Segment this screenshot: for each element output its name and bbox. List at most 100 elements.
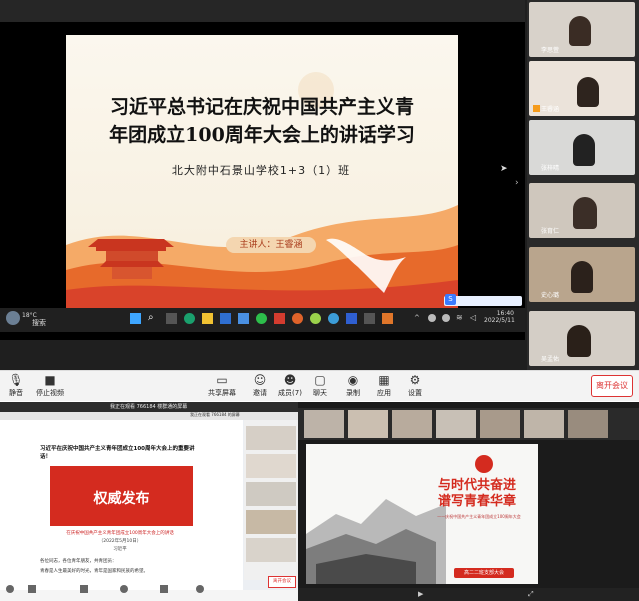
- share-label: 共享屏幕: [208, 389, 236, 397]
- video-camera-icon[interactable]: [28, 585, 36, 593]
- app-icon[interactable]: [364, 313, 375, 324]
- participant-tile[interactable]: [568, 410, 608, 438]
- share-screen-icon[interactable]: [80, 585, 88, 593]
- participant-tile[interactable]: [392, 410, 432, 438]
- participant-tile[interactable]: 史心璐: [529, 247, 635, 302]
- settings-button[interactable]: ⚙ 设置: [395, 373, 435, 398]
- participant-tile[interactable]: [246, 510, 296, 534]
- slide-title-line1: 习近平总书记在庆祝中国共产主义青: [109, 96, 414, 118]
- participant-name: 张梓晴: [541, 165, 560, 172]
- left-tabbar: 我正在观看 766184 的屏幕: [0, 412, 298, 420]
- apps-label: 应用: [377, 389, 391, 397]
- share-screen-button[interactable]: ▭ 共享屏幕: [202, 373, 242, 398]
- participants-label: 成员(7): [278, 389, 302, 397]
- slide-tagline: ——庆祝中国共产主义青年团成立100周年大会: [437, 514, 521, 519]
- article-banner: 权威发布: [50, 466, 193, 526]
- windows-taskbar: 18°C 搜索 ⌕ ^ ≋ ◁ 16:40 2022/5/11: [0, 308, 525, 332]
- slide-subtitle: 北大附中石景山学校1+3（1）班: [171, 164, 351, 177]
- fullscreen-icon[interactable]: ⤢: [528, 590, 534, 599]
- taskbar-search[interactable]: 搜索: [32, 318, 46, 328]
- participant-tile[interactable]: 王睿涵: [529, 61, 635, 116]
- tray-icon[interactable]: [442, 314, 450, 322]
- meeting-toolbar: 🎙 静音 ■ 停止视频 ▭ 共享屏幕 ☺ 邀请 ☻ 成员(7) ▢ 聊天 ◉ 录制 ▦ 应用 ⚙…: [0, 370, 639, 401]
- right-meeting-toolbar: ▶ ⤢: [298, 588, 639, 601]
- host-badge-icon: [533, 105, 540, 112]
- slide-headline: 与时代共奋进 谱写青春华章: [418, 478, 536, 510]
- tray-icon[interactable]: [428, 314, 436, 322]
- screen-tab[interactable]: 我正在观看 766184 楼群通的屏幕: [110, 403, 187, 410]
- participant-tile[interactable]: [348, 410, 388, 438]
- article-paragraph: 青春是人生最美好的时光，青年是国家和民族的希望。: [40, 569, 148, 574]
- participant-tile[interactable]: [246, 426, 296, 450]
- chat-label: 聊天: [313, 389, 327, 397]
- gear-icon[interactable]: [196, 585, 204, 593]
- chevron-right-icon[interactable]: ›: [515, 178, 519, 188]
- microphone-icon[interactable]: [6, 585, 14, 593]
- search-icon[interactable]: ⌕: [148, 312, 154, 323]
- stop-video-label: 停止视频: [36, 389, 64, 397]
- app-icon[interactable]: [310, 313, 321, 324]
- volume-icon[interactable]: ◁: [470, 313, 476, 322]
- article-paragraph: 各位同志，各位青年朋友，共青团员：: [40, 559, 117, 564]
- wps-icon[interactable]: [274, 313, 285, 324]
- party-slide: 与时代共奋进 谱写青春华章 ——庆祝中国共产主义青年团成立100周年大会 高二二…: [306, 444, 538, 584]
- participant-tile[interactable]: [480, 410, 520, 438]
- banner-text: 权威发布: [93, 491, 150, 507]
- record-label: 录制: [346, 389, 360, 397]
- invite-label: 邀请: [253, 389, 267, 397]
- meeting-window-top: 习近平总书记在庆祝中国共产主义青 年团成立100周年大会上的讲话学习 北大附中石…: [0, 0, 639, 370]
- screenshot-right: 与时代共奋进 谱写青春华章 ——庆祝中国共产主义青年团成立100周年大会 高二二…: [298, 402, 639, 601]
- slide-title: 习近平总书记在庆祝中国共产主义青 年团成立100周年大会上的讲话学习: [82, 93, 442, 149]
- avatar: [577, 77, 599, 107]
- zoom-icon[interactable]: [346, 313, 357, 324]
- folder-icon[interactable]: [202, 313, 213, 324]
- participant-tile[interactable]: [524, 410, 564, 438]
- avatar: [567, 325, 591, 357]
- apps-icon[interactable]: [160, 585, 168, 593]
- participant-tile[interactable]: 张育仁: [529, 183, 635, 238]
- participant-tile[interactable]: [304, 410, 344, 438]
- play-icon[interactable]: ▶: [418, 590, 423, 598]
- headline-line1: 与时代共奋进: [437, 478, 516, 493]
- slide-speaker: 主讲人：王睿涵: [226, 237, 316, 253]
- windows-start-icon[interactable]: [130, 313, 141, 324]
- clock-time: 16:40: [496, 310, 514, 317]
- wechat-icon[interactable]: [256, 313, 267, 324]
- app-icon[interactable]: [328, 313, 339, 324]
- settings-label: 设置: [408, 389, 422, 397]
- cursor-icon: ➤: [500, 164, 508, 174]
- leave-meeting-button[interactable]: 离开会议: [591, 375, 633, 397]
- participant-name: 吴孟佑: [541, 356, 560, 363]
- participant-tile[interactable]: 吴孟佑: [529, 311, 635, 366]
- record-icon[interactable]: [120, 585, 128, 593]
- task-view-icon[interactable]: [166, 313, 177, 324]
- participant-tile[interactable]: [246, 538, 296, 562]
- slide-title-line2: 年团成立100周年大会上的讲话学习: [109, 124, 415, 146]
- wifi-icon[interactable]: ≋: [456, 313, 463, 322]
- mail-icon[interactable]: [238, 313, 249, 324]
- store-icon[interactable]: [220, 313, 231, 324]
- powerpoint-icon[interactable]: [382, 313, 393, 324]
- edge-icon[interactable]: [184, 313, 195, 324]
- participant-tile[interactable]: 李思萱: [529, 2, 635, 57]
- share-topbar: [0, 0, 525, 22]
- article-title: 习近平在庆祝中国共产主义青年团成立100周年大会上的重要讲话！: [40, 446, 195, 460]
- screen-tab[interactable]: 我正在观看 766184 的屏幕: [190, 412, 240, 418]
- annotation-toolbar[interactable]: S: [444, 294, 522, 306]
- mute-label: 静音: [9, 389, 23, 397]
- participant-tile[interactable]: [246, 454, 296, 478]
- participant-tile[interactable]: [246, 482, 296, 506]
- participant-tile[interactable]: [436, 410, 476, 438]
- clock-date: 2022/5/11: [484, 317, 515, 324]
- participant-name: 王睿涵: [541, 106, 560, 113]
- app-icon[interactable]: [292, 313, 303, 324]
- stop-video-button[interactable]: ■ 停止视频: [30, 373, 70, 398]
- tray-chevron-icon[interactable]: ^: [414, 314, 420, 322]
- leave-meeting-button[interactable]: 离开会议: [268, 576, 296, 588]
- participant-name: 张育仁: [541, 228, 560, 235]
- gear-icon: ⚙: [409, 373, 421, 387]
- participant-tile[interactable]: 张梓晴: [529, 120, 635, 175]
- avatar: [573, 134, 595, 166]
- annotation-icon[interactable]: S: [445, 294, 456, 305]
- article-author: 习近平: [113, 547, 127, 552]
